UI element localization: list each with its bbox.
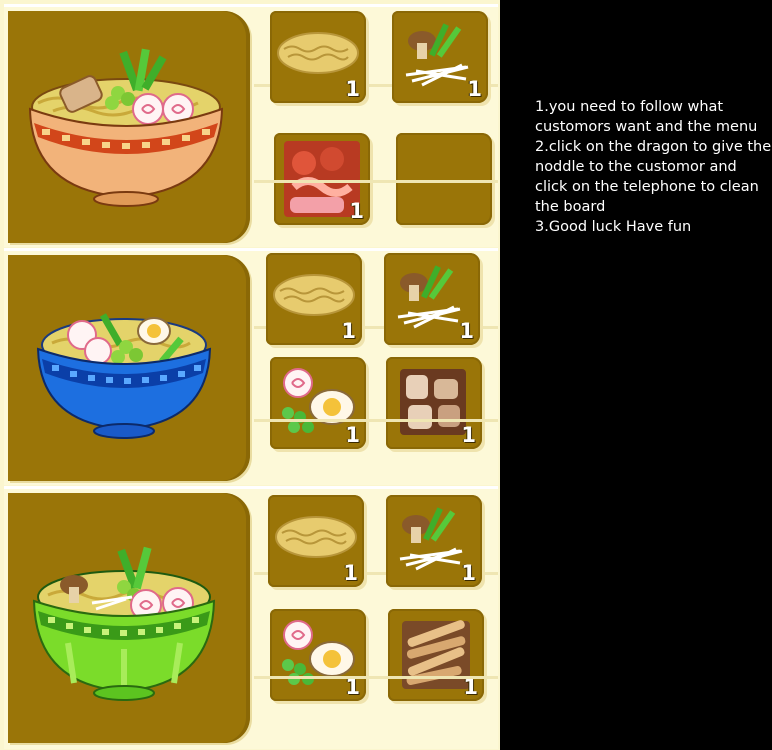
recipe-card-1: 1 1 1 bbox=[4, 4, 498, 247]
ingredient-count: 1 bbox=[463, 675, 478, 699]
ingredient-count: 1 bbox=[459, 319, 474, 343]
recipe-card-2: 1 1 1 1 bbox=[4, 248, 498, 485]
ingredient-count: 1 bbox=[345, 423, 360, 447]
bowl-panel bbox=[8, 493, 250, 743]
ingredient-slot-toppings[interactable]: 1 bbox=[392, 11, 488, 103]
recipe-card-3: 1 1 1 1 bbox=[4, 486, 498, 749]
ingredient-slot-noodles[interactable]: 1 bbox=[266, 253, 362, 345]
ingredient-count: 1 bbox=[349, 199, 364, 223]
blue-ramen-bowl-icon bbox=[36, 313, 212, 439]
ingredient-slot-toppings[interactable]: 1 bbox=[386, 495, 482, 587]
ingredient-count: 1 bbox=[461, 561, 476, 585]
ingredient-slot-empty[interactable] bbox=[396, 133, 492, 225]
instruction-step-3: 3.Good luck Have fun bbox=[535, 219, 692, 235]
ingredient-count: 1 bbox=[467, 77, 482, 101]
bowl-panel bbox=[8, 11, 250, 243]
instruction-step-2: 2.click on the dragon to give the noddle… bbox=[535, 139, 772, 215]
ingredient-slot-noodles[interactable]: 1 bbox=[268, 495, 364, 587]
instruction-step-1: 1.you need to follow what customors want… bbox=[535, 99, 758, 135]
ingredient-count: 1 bbox=[343, 561, 358, 585]
ingredient-slot-bamboo[interactable]: 1 bbox=[388, 609, 484, 701]
ingredient-slot-narutomaki[interactable]: 1 bbox=[270, 609, 366, 701]
ingredient-count: 1 bbox=[345, 675, 360, 699]
ingredient-count: 1 bbox=[341, 319, 356, 343]
green-ramen-bowl-icon bbox=[32, 546, 216, 701]
orange-ramen-bowl-icon bbox=[28, 48, 224, 207]
ingredient-count: 1 bbox=[345, 77, 360, 101]
ingredient-slot-pork[interactable]: 1 bbox=[386, 357, 482, 449]
instructions-panel: 1.you need to follow what customors want… bbox=[535, 97, 772, 237]
bowl-panel bbox=[8, 255, 250, 481]
menu-board: 1 1 1 1 1 1 1 1 1 1 1 bbox=[0, 0, 500, 750]
ingredient-count: 1 bbox=[461, 423, 476, 447]
ingredient-slot-narutomaki[interactable]: 1 bbox=[270, 357, 366, 449]
ingredient-slot-shrimp[interactable]: 1 bbox=[274, 133, 370, 225]
ingredient-slot-toppings[interactable]: 1 bbox=[384, 253, 480, 345]
ingredient-slot-noodles[interactable]: 1 bbox=[270, 11, 366, 103]
